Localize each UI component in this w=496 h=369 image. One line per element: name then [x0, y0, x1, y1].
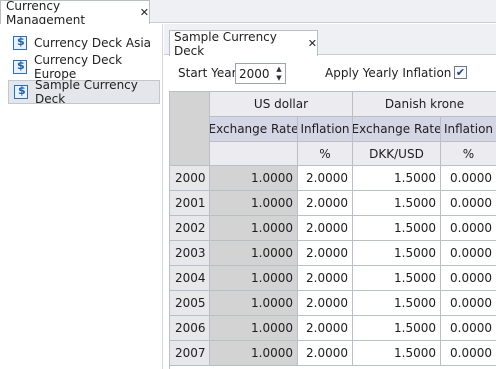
grid-cell[interactable]: 1.5000 [353, 166, 441, 191]
currency-header-dkk: Danish krone [353, 92, 496, 117]
spin-up-icon[interactable]: ▲ [276, 65, 281, 73]
close-icon[interactable]: ✕ [140, 6, 149, 19]
grid-cell[interactable]: 0.0000 [441, 291, 496, 316]
grid-cell[interactable]: 0.0000 [441, 191, 496, 216]
grid-cell[interactable]: 0.0000 [441, 216, 496, 241]
grid-cell[interactable]: 1.0000 [210, 341, 298, 366]
deck-item-label: Currency Deck Europe [34, 53, 123, 81]
currency-grid: US dollar Danish krone Exchange Rate Inf… [169, 91, 496, 369]
row-year-header[interactable]: 2006 [170, 316, 210, 341]
grid-cell[interactable]: 2.0000 [298, 166, 353, 191]
grid-cell[interactable]: 1.5000 [353, 316, 441, 341]
grid-cell[interactable]: 1.0000 [210, 241, 298, 266]
apply-inflation-label: Apply Yearly Inflation [325, 66, 452, 80]
unit-header [210, 142, 298, 166]
grid-cell[interactable]: 1.0000 [210, 191, 298, 216]
deck-item-europe[interactable]: Currency Deck Europe [8, 53, 160, 81]
row-year-header[interactable]: 2004 [170, 266, 210, 291]
tab-currency-management[interactable]: Currency Management ✕ [0, 0, 150, 27]
grid-cell[interactable]: 1.5000 [353, 191, 441, 216]
spin-down-icon[interactable]: ▼ [276, 74, 281, 82]
grid-cell[interactable]: 1.0000 [210, 216, 298, 241]
grid-cell[interactable]: 2.0000 [298, 241, 353, 266]
main-tab-strip: Currency Management ✕ [0, 0, 496, 27]
column-header[interactable]: Inflation [441, 117, 496, 142]
start-year-value[interactable]: 2000 [239, 67, 270, 81]
apply-inflation-checkbox[interactable]: ✔ [454, 66, 467, 79]
row-year-header[interactable]: 2003 [170, 241, 210, 266]
start-year-label: Start Year [178, 66, 237, 80]
grid-cell[interactable]: 0.0000 [441, 316, 496, 341]
row-year-header[interactable]: 2005 [170, 291, 210, 316]
grid-cell[interactable]: 2.0000 [298, 341, 353, 366]
deck-item-label: Sample Currency Deck [35, 78, 138, 106]
deck-item-asia[interactable]: Currency Deck Asia [8, 31, 160, 55]
deck-item-label: Currency Deck Asia [34, 36, 152, 50]
grid-cell[interactable]: 0.0000 [441, 166, 496, 191]
grid-cell[interactable]: 1.0000 [210, 316, 298, 341]
grid-cell[interactable]: 0.0000 [441, 266, 496, 291]
row-year-header[interactable]: 2001 [170, 191, 210, 216]
currency-deck-icon [14, 84, 28, 99]
grid-cell[interactable]: 1.5000 [353, 216, 441, 241]
grid-cell[interactable]: 2.0000 [298, 216, 353, 241]
column-header[interactable]: Inflation [298, 117, 353, 142]
grid-cell[interactable]: 2.0000 [298, 291, 353, 316]
currency-deck-icon [13, 59, 27, 74]
grid-cell[interactable]: 2.0000 [298, 316, 353, 341]
grid-cell[interactable]: 2.0000 [298, 191, 353, 216]
grid-cell[interactable]: 1.5000 [353, 291, 441, 316]
close-icon[interactable]: ✕ [308, 37, 317, 50]
grid-corner [170, 92, 210, 166]
currency-deck-icon [13, 35, 27, 50]
grid-cell[interactable]: 1.5000 [353, 241, 441, 266]
grid-cell[interactable]: 1.0000 [210, 166, 298, 191]
column-header[interactable]: Exchange Rate [210, 117, 298, 142]
tab-sample-currency-deck[interactable]: Sample Currency Deck ✕ [169, 29, 318, 58]
unit-header: % [441, 142, 496, 166]
row-year-header[interactable]: 2000 [170, 166, 210, 191]
grid-cell[interactable]: 1.0000 [210, 266, 298, 291]
document-tab-strip: Sample Currency Deck ✕ [164, 24, 496, 58]
deck-options: Start Year 2000 ▲ ▼ Apply Yearly Inflati… [164, 55, 496, 87]
grid-cell[interactable]: 0.0000 [441, 241, 496, 266]
unit-header: % [298, 142, 353, 166]
currency-header-usd: US dollar [210, 92, 353, 117]
document-pane: Sample Currency Deck ✕ Start Year 2000 ▲… [164, 24, 496, 369]
column-header[interactable]: Exchange Rate [353, 117, 441, 142]
grid-cell[interactable]: 2.0000 [298, 266, 353, 291]
checkmark-icon: ✔ [455, 66, 466, 79]
grid-cell[interactable]: 1.5000 [353, 341, 441, 366]
tab-label: Sample Currency Deck [174, 29, 277, 58]
grid-cell[interactable]: 1.5000 [353, 266, 441, 291]
grid-cell[interactable]: 0.0000 [441, 341, 496, 366]
start-year-spinner[interactable]: 2000 ▲ ▼ [235, 63, 286, 84]
row-year-header[interactable]: 2002 [170, 216, 210, 241]
unit-header: DKK/USD [353, 142, 441, 166]
row-year-header[interactable]: 2007 [170, 341, 210, 366]
tab-label: Currency Management [6, 0, 86, 27]
deck-list: Currency Deck Asia Currency Deck Europe … [0, 24, 163, 369]
deck-item-sample[interactable]: Sample Currency Deck [8, 78, 160, 106]
grid-cell[interactable]: 1.0000 [210, 291, 298, 316]
